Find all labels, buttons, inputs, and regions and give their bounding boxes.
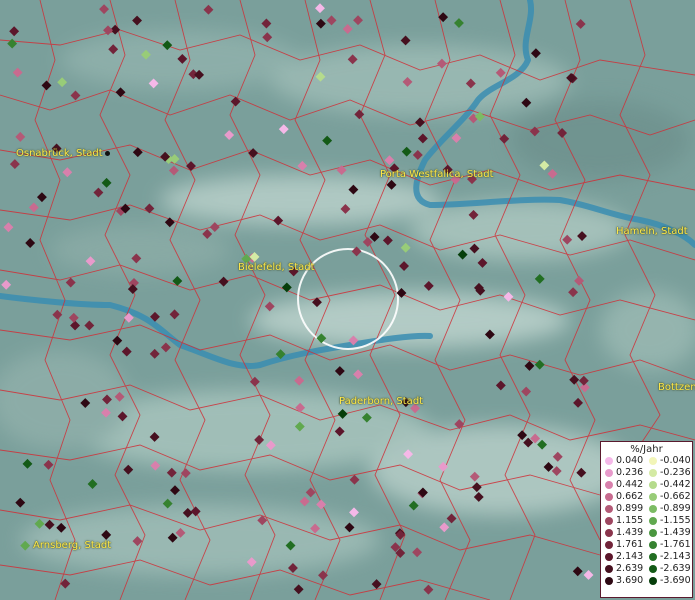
legend-swatch-positive xyxy=(605,457,613,465)
legend-value-positive: 3.690 xyxy=(616,575,644,586)
legend-value-positive: 0.662 xyxy=(616,491,644,502)
legend-swatch-negative xyxy=(649,517,657,525)
legend-swatch-positive xyxy=(605,577,613,585)
legend-swatch-negative xyxy=(649,577,657,585)
legend-value-negative: -2.639 xyxy=(660,563,691,574)
legend-value-positive: 0.442 xyxy=(616,479,644,490)
legend-row: 2.639 -2.639 xyxy=(601,563,692,575)
legend-value-positive: 1.155 xyxy=(616,515,644,526)
legend-swatch-negative xyxy=(649,481,657,489)
legend-swatch-positive xyxy=(605,565,613,573)
legend-value-negative: -0.899 xyxy=(660,503,691,514)
legend-row: 0.899 -0.899 xyxy=(601,503,692,515)
legend-row: 1.439 -1.439 xyxy=(601,527,692,539)
legend-row: 0.662 -0.662 xyxy=(601,491,692,503)
city-label-arnsberg: Arnsberg, Stadt xyxy=(33,540,112,551)
legend-value-negative: -2.143 xyxy=(660,551,691,562)
legend-row: 2.143 -2.143 xyxy=(601,551,692,563)
legend-swatch-negative xyxy=(649,505,657,513)
legend-value-positive: 2.143 xyxy=(616,551,644,562)
legend-swatch-negative xyxy=(649,553,657,561)
legend-row: 0.236 -0.236 xyxy=(601,467,692,479)
legend-value-negative: -1.761 xyxy=(660,539,691,550)
legend-value-negative: -0.662 xyxy=(660,491,691,502)
legend-swatch-negative xyxy=(649,469,657,477)
legend-row: 3.690 -3.690 xyxy=(601,575,692,587)
legend-swatch-positive xyxy=(605,553,613,561)
legend-row: 0.442 -0.442 xyxy=(601,479,692,491)
legend-value-positive: 2.639 xyxy=(616,563,644,574)
legend-value-positive: 1.761 xyxy=(616,539,644,550)
legend-value-negative: -0.442 xyxy=(660,479,691,490)
legend-value-negative: -1.155 xyxy=(660,515,691,526)
legend-value-positive: 0.899 xyxy=(616,503,644,514)
legend-row: 1.155 -1.155 xyxy=(601,515,692,527)
legend-swatch-negative xyxy=(649,493,657,501)
legend-swatch-negative xyxy=(649,541,657,549)
city-label-porta-westfalica: Porta Westfalica, Stadt xyxy=(380,169,494,180)
legend-swatch-positive xyxy=(605,469,613,477)
legend-swatch-negative xyxy=(649,565,657,573)
legend-swatch-negative xyxy=(649,529,657,537)
legend-value-negative: -0.236 xyxy=(660,467,691,478)
legend-swatch-positive xyxy=(605,517,613,525)
city-label-bielefeld: Bielefeld, Stadt xyxy=(238,262,315,273)
legend-swatch-positive xyxy=(605,529,613,537)
legend-value-negative: -1.439 xyxy=(660,527,691,538)
city-label-hameln: Hameln, Stadt xyxy=(616,226,688,237)
legend-swatch-negative xyxy=(649,457,657,465)
city-label-paderborn: Paderborn, Stadt xyxy=(339,396,424,407)
map-canvas[interactable]: Osnabrück, Stadt Porta Westfalica, Stadt… xyxy=(0,0,695,600)
legend-row: 0.040 -0.040 xyxy=(601,455,692,467)
legend-value-positive: 0.040 xyxy=(616,455,644,466)
legend-swatch-positive xyxy=(605,505,613,513)
city-label-osnabrueck: Osnabrück, Stadt xyxy=(16,148,110,160)
legend-row: 1.761 -1.761 xyxy=(601,539,692,551)
legend-value-positive: 1.439 xyxy=(616,527,644,538)
legend-value-negative: -0.040 xyxy=(660,455,691,466)
legend: %/Jahr 0.040 -0.040 0.236 -0.236 0.442 -0.442… xyxy=(600,441,693,598)
legend-title: %/Jahr xyxy=(630,444,663,455)
legend-swatch-positive xyxy=(605,541,613,549)
map-terrain xyxy=(0,0,695,600)
legend-value-positive: 0.236 xyxy=(616,467,644,478)
legend-value-negative: -3.690 xyxy=(660,575,691,586)
legend-swatch-positive xyxy=(605,493,613,501)
city-label-bottzen: Bottzen xyxy=(658,382,695,393)
legend-swatch-positive xyxy=(605,481,613,489)
